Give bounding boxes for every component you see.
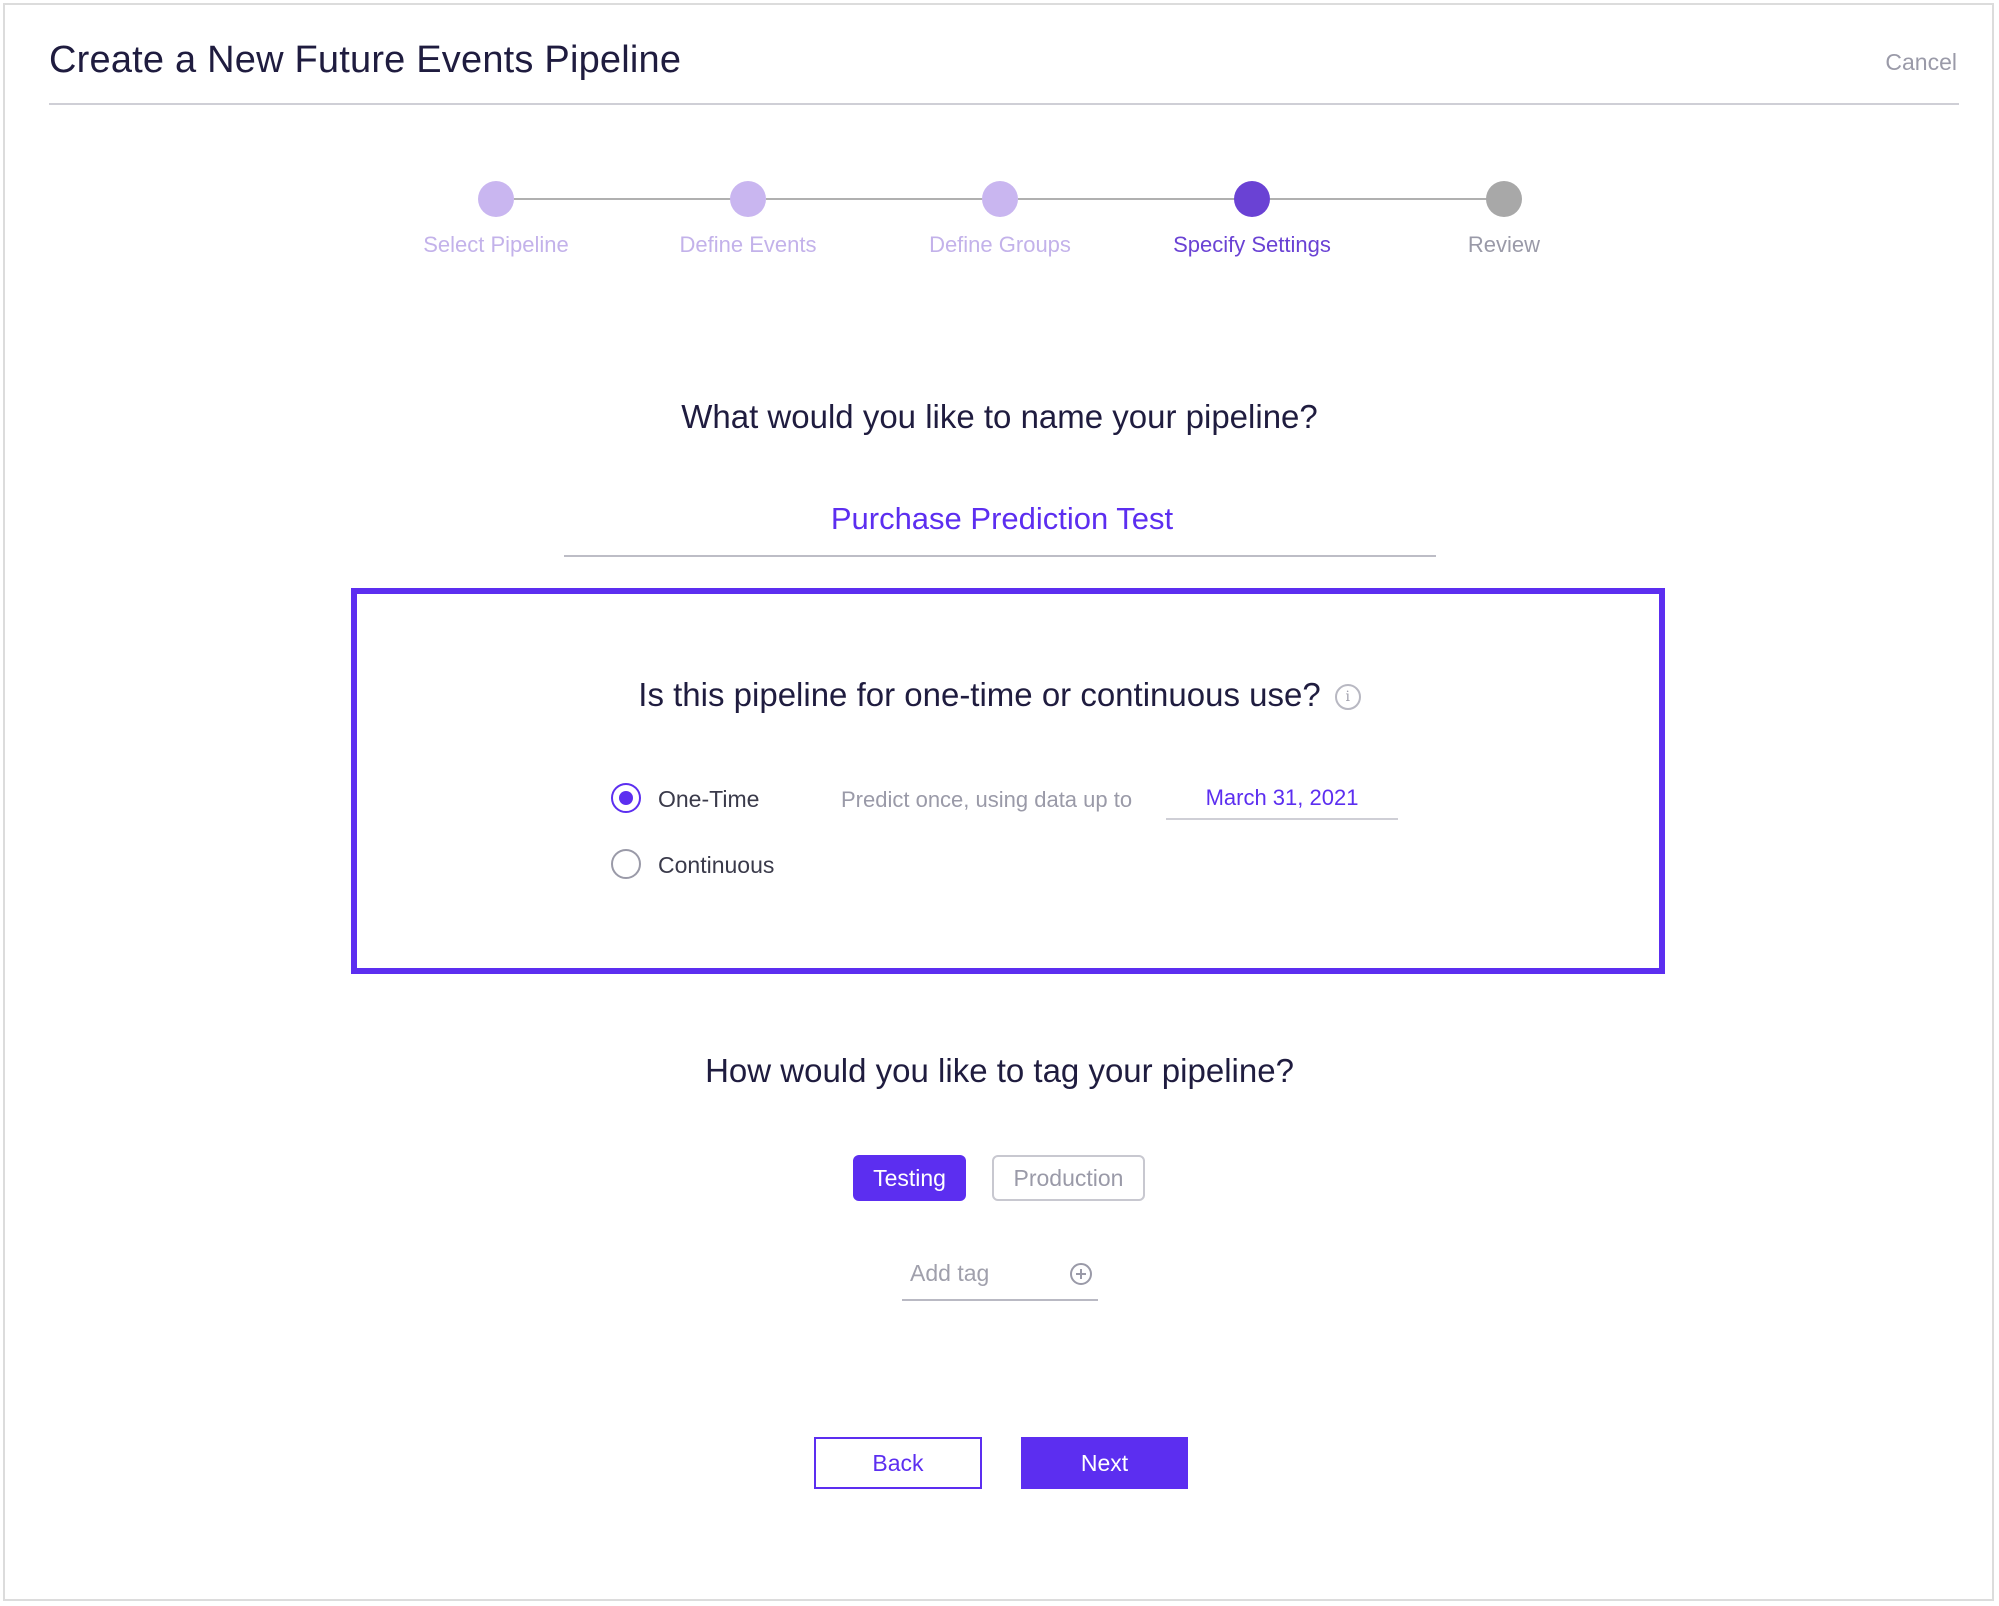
step-dot-specify-settings[interactable]	[1234, 181, 1270, 217]
usage-highlight-box	[351, 588, 1665, 974]
add-tag-field	[902, 1255, 1098, 1301]
date-field[interactable]: March 31, 2021	[1166, 778, 1398, 820]
tag-testing[interactable]: Testing	[853, 1155, 966, 1201]
step-dot-review[interactable]	[1486, 181, 1522, 217]
step-connector	[1018, 198, 1242, 200]
progress-stepper: Select Pipeline Define Events Define Gro…	[0, 0, 1999, 280]
step-label-specify-settings[interactable]: Specify Settings	[1132, 232, 1372, 258]
step-connector	[514, 198, 738, 200]
radio-continuous-label[interactable]: Continuous	[658, 852, 774, 879]
step-connector	[1270, 198, 1494, 200]
usage-question: Is this pipeline for one-time or continu…	[0, 676, 1999, 714]
step-dot-define-groups[interactable]	[982, 181, 1018, 217]
step-dot-select-pipeline[interactable]	[478, 181, 514, 217]
predict-description: Predict once, using data up to	[841, 787, 1133, 812]
add-tag-plus-icon[interactable]	[1070, 1263, 1092, 1285]
tag-production[interactable]: Production	[992, 1155, 1145, 1201]
step-label-review[interactable]: Review	[1384, 232, 1624, 258]
info-icon[interactable]: i	[1334, 684, 1361, 711]
radio-continuous[interactable]	[611, 849, 641, 879]
step-dot-define-events[interactable]	[730, 181, 766, 217]
pipeline-name-field	[564, 495, 1440, 557]
step-connector	[766, 198, 990, 200]
add-tag-input[interactable]	[908, 1259, 1062, 1288]
date-value[interactable]: March 31, 2021	[1206, 785, 1359, 810]
pipeline-name-input[interactable]	[564, 495, 1440, 538]
step-label-define-groups[interactable]: Define Groups	[880, 232, 1120, 258]
step-label-define-events[interactable]: Define Events	[628, 232, 868, 258]
name-question: What would you like to name your pipelin…	[681, 398, 1318, 435]
radio-one-time[interactable]	[611, 783, 641, 813]
radio-one-time-label[interactable]: One-Time	[658, 786, 759, 813]
step-label-select-pipeline[interactable]: Select Pipeline	[376, 232, 616, 258]
tag-question: How would you like to tag your pipeline?	[705, 1052, 1294, 1089]
usage-question-text: Is this pipeline for one-time or continu…	[638, 676, 1321, 713]
next-button[interactable]: Next	[1021, 1437, 1188, 1489]
back-button[interactable]: Back	[814, 1437, 982, 1489]
